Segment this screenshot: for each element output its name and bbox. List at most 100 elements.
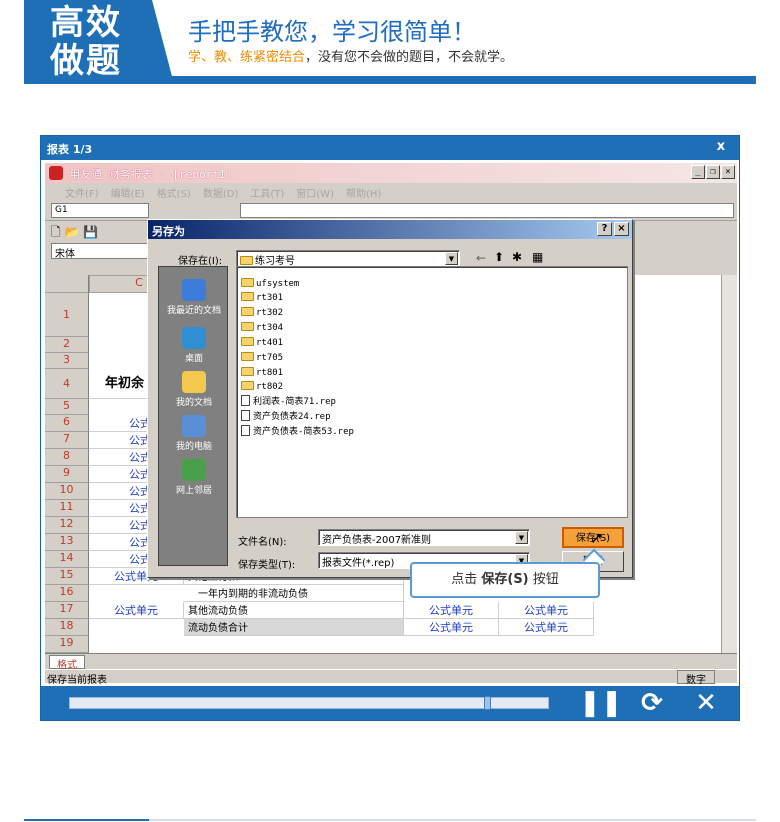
row-header-15[interactable]: 15 bbox=[45, 568, 89, 585]
banner-title: 手把手教您，学习很简单！ bbox=[188, 18, 476, 46]
report-file-icon bbox=[241, 395, 250, 406]
open-folder-icon[interactable]: 📂 bbox=[64, 225, 79, 239]
back-arrow-icon[interactable]: ← bbox=[476, 251, 486, 265]
row-header-11[interactable]: 11 bbox=[45, 500, 89, 517]
cell-d16[interactable]: 一年内到期的非流动负债 bbox=[184, 585, 404, 602]
place-my-computer[interactable]: 我的电脑 bbox=[159, 415, 229, 452]
report-file-icon bbox=[241, 425, 250, 436]
row-header-17[interactable]: 17 bbox=[45, 602, 89, 619]
banner-big-line2: 做题 bbox=[50, 41, 122, 81]
folder-item[interactable]: rt802 bbox=[241, 380, 283, 394]
file-item[interactable]: 资产负债表-简表53.rep bbox=[241, 425, 354, 439]
file-item[interactable]: 资产负债表24.rep bbox=[241, 410, 331, 424]
row-header-14[interactable]: 14 bbox=[45, 551, 89, 568]
minimize-icon[interactable]: _ bbox=[691, 165, 705, 179]
folder-icon bbox=[240, 256, 253, 265]
row-header-2[interactable]: 2 bbox=[45, 337, 89, 353]
save-in-dropdown[interactable]: 练习考号 ▼ bbox=[236, 250, 460, 267]
folder-item[interactable]: rt301 bbox=[241, 291, 283, 305]
row-header-16[interactable]: 16 bbox=[45, 585, 89, 602]
new-file-icon[interactable]: 🗋 bbox=[51, 225, 61, 239]
banner-big-line1: 高效 bbox=[50, 3, 122, 43]
formula-bar: G1 bbox=[45, 201, 737, 221]
font-selector[interactable]: 宋体 bbox=[51, 243, 149, 260]
up-folder-icon[interactable]: ⬆ bbox=[494, 250, 504, 264]
menu-tools[interactable]: 工具(T) bbox=[250, 185, 284, 200]
app-icon bbox=[49, 166, 63, 180]
dialog-close-icon[interactable]: × bbox=[614, 222, 629, 236]
row-header-19[interactable]: 19 bbox=[45, 636, 89, 653]
refresh-icon[interactable]: ⟳ bbox=[637, 690, 667, 716]
place-recent[interactable]: 我最近的文档 bbox=[159, 279, 229, 316]
row-header-5[interactable]: 5 bbox=[45, 399, 89, 415]
menu-window[interactable]: 窗口(W) bbox=[296, 185, 334, 200]
folder-item[interactable]: ufsystem bbox=[241, 277, 299, 291]
corner-cell bbox=[45, 275, 89, 293]
row-header-3[interactable]: 3 bbox=[45, 353, 89, 369]
row-header-8[interactable]: 8 bbox=[45, 449, 89, 466]
folder-item[interactable]: rt705 bbox=[241, 351, 283, 365]
menu-format[interactable]: 格式(S) bbox=[157, 185, 191, 200]
help-icon[interactable]: ? bbox=[597, 222, 612, 236]
filename-input[interactable]: 资产负债表-2007新准则 ▼ bbox=[318, 529, 530, 546]
menu-file[interactable]: 文件(F) bbox=[65, 185, 99, 200]
filetype-value: 报表文件(*.rep) bbox=[322, 558, 395, 569]
vertical-scrollbar[interactable] bbox=[721, 275, 737, 665]
dialog-title: 另存为 bbox=[152, 225, 185, 238]
chevron-down-icon[interactable]: ▼ bbox=[445, 252, 458, 265]
menu-edit[interactable]: 编辑(E) bbox=[111, 185, 145, 200]
network-icon bbox=[182, 459, 206, 481]
row-header-1[interactable]: 1 bbox=[45, 293, 89, 337]
progress-knob[interactable] bbox=[484, 696, 491, 710]
place-desktop[interactable]: 桌面 bbox=[159, 327, 229, 364]
sheet-tab-format[interactable]: 格式 bbox=[49, 655, 85, 671]
cell-reference-box[interactable]: G1 bbox=[51, 203, 149, 218]
cell-f17[interactable]: 公式单元 bbox=[499, 602, 594, 619]
row-header-4[interactable]: 4 bbox=[45, 369, 89, 399]
folder-item[interactable]: rt801 bbox=[241, 366, 283, 380]
banner-subtitle-accent: 学、教、练紧密结合 bbox=[188, 50, 306, 65]
formula-input[interactable] bbox=[240, 203, 734, 218]
my-computer-icon bbox=[182, 415, 206, 437]
close-player-icon[interactable]: ✕ bbox=[691, 690, 721, 716]
app-window-buttons: _ ❐ × bbox=[691, 165, 735, 179]
folder-item[interactable]: rt401 bbox=[241, 336, 283, 350]
place-network[interactable]: 网上邻居 bbox=[159, 459, 229, 496]
folder-item[interactable]: rt302 bbox=[241, 306, 283, 320]
pause-icon[interactable]: ❚❚ bbox=[579, 690, 623, 716]
banner-subtitle-rest: ，没有您不会做的题目，不会就学。 bbox=[305, 50, 514, 65]
banner-subtitle: 学、教、练紧密结合，没有您不会做的题目，不会就学。 bbox=[188, 46, 513, 65]
menu-data[interactable]: 数据(D) bbox=[203, 185, 239, 200]
cell-d17[interactable]: 其他流动负债 bbox=[184, 602, 404, 619]
cell-f18[interactable]: 公式单元 bbox=[499, 619, 594, 636]
file-item[interactable]: 利润表-简表71.rep bbox=[241, 395, 336, 409]
cell-e17[interactable]: 公式单元 bbox=[404, 602, 499, 619]
row-header-6[interactable]: 6 bbox=[45, 415, 89, 432]
outer-close-button[interactable]: x bbox=[707, 139, 735, 157]
restore-icon[interactable]: ❐ bbox=[706, 165, 720, 179]
cell-d18[interactable]: 流动负债合计 bbox=[184, 619, 404, 636]
new-folder-icon[interactable]: ✱ bbox=[512, 250, 522, 264]
view-menu-icon[interactable]: ▦ bbox=[532, 250, 543, 264]
row-header-7[interactable]: 7 bbox=[45, 432, 89, 449]
row-header-10[interactable]: 10 bbox=[45, 483, 89, 500]
close-icon[interactable]: × bbox=[721, 165, 735, 179]
cell-c17[interactable]: 公式单元 bbox=[89, 602, 184, 619]
progress-track[interactable] bbox=[69, 697, 549, 709]
place-my-docs[interactable]: 我的文档 bbox=[159, 371, 229, 408]
places-bar: 我最近的文档 桌面 我的文档 我的电脑 网上邻居 bbox=[158, 266, 228, 566]
folder-icon bbox=[241, 307, 254, 316]
folder-icon bbox=[241, 337, 254, 346]
folder-icon bbox=[241, 278, 254, 287]
row-header-18[interactable]: 18 bbox=[45, 619, 89, 636]
folder-icon bbox=[241, 381, 254, 390]
row-header-9[interactable]: 9 bbox=[45, 466, 89, 483]
menu-help[interactable]: 帮助(H) bbox=[346, 185, 381, 200]
bottom-accent-bar bbox=[24, 819, 149, 821]
row-header-13[interactable]: 13 bbox=[45, 534, 89, 551]
folder-item[interactable]: rt304 bbox=[241, 321, 283, 335]
save-icon[interactable]: 💾 bbox=[83, 225, 98, 239]
chevron-down-icon[interactable]: ▼ bbox=[515, 531, 528, 544]
row-header-12[interactable]: 12 bbox=[45, 517, 89, 534]
cell-e18[interactable]: 公式单元 bbox=[404, 619, 499, 636]
